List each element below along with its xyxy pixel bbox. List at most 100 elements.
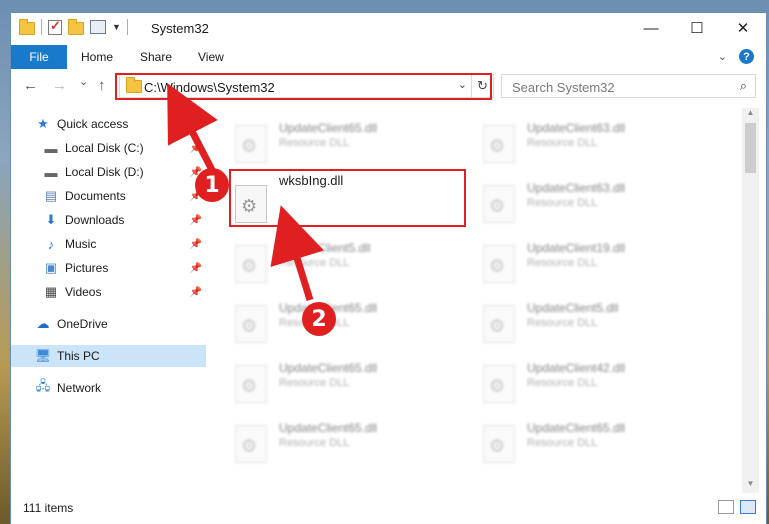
file-name: UpdateClient19.dll	[527, 241, 626, 255]
sidebar-item-label: Downloads	[65, 213, 125, 227]
sidebar-item-label: Music	[65, 237, 97, 251]
folder-icon[interactable]	[19, 19, 35, 35]
sidebar-item-documents[interactable]: ▤ Documents 📌	[11, 185, 206, 207]
close-button[interactable]: ✕	[720, 13, 766, 43]
tab-share[interactable]: Share	[140, 50, 172, 64]
scroll-down-arrow-icon[interactable]: ▼	[742, 479, 759, 493]
status-bar: 111 items	[11, 494, 766, 524]
view-options-icon[interactable]	[90, 20, 106, 34]
properties-check-icon[interactable]	[48, 18, 62, 35]
sidebar-item-onedrive[interactable]: ☁ OneDrive	[11, 313, 206, 335]
tab-file[interactable]: File	[11, 45, 67, 69]
file-type: Resource DLL	[279, 437, 350, 449]
back-arrow-icon[interactable]: ←	[23, 77, 38, 94]
list-item[interactable]: UpdateClient19.dll Resource DLL	[457, 233, 697, 289]
large-icons-view-icon[interactable]	[740, 500, 756, 514]
drive-icon: ▬	[44, 164, 58, 180]
sidebar-item-label: Videos	[65, 285, 102, 299]
file-type: Resource DLL	[527, 377, 598, 389]
dll-file-icon	[235, 425, 267, 463]
list-item[interactable]: UpdateClient5.dll Resource DLL	[457, 293, 697, 349]
sidebar-item-quick-access[interactable]: ★ Quick access	[11, 113, 206, 135]
computer-icon: 🖥	[34, 348, 52, 363]
customize-toolbar-chevron-icon[interactable]: ▼	[112, 22, 121, 32]
sidebar-item-network[interactable]: 🖧 Network	[11, 377, 206, 399]
pin-icon[interactable]: 📌	[190, 239, 202, 250]
file-name: UpdateClient42.dll	[527, 361, 626, 375]
help-icon[interactable]: ?	[739, 49, 754, 64]
chevron-down-icon[interactable]: ⌄	[718, 50, 727, 63]
sidebar-item-downloads[interactable]: ⬇ Downloads 📌	[11, 209, 206, 231]
sidebar-item-label: Pictures	[65, 261, 109, 275]
scroll-up-arrow-icon[interactable]: ▲	[742, 108, 759, 122]
videos-icon: ▦	[44, 284, 58, 299]
sidebar-item-local-disk-d[interactable]: ▬ Local Disk (D:) 📌	[11, 161, 206, 183]
drive-icon: ▬	[44, 140, 58, 156]
step-2-badge: 2	[302, 302, 336, 336]
sidebar-item-label: Quick access	[57, 117, 129, 131]
forward-arrow-icon[interactable]: →	[52, 77, 67, 94]
file-type: Resource DLL	[527, 317, 598, 329]
minimize-button[interactable]: —	[628, 13, 674, 43]
file-list: UpdateClient65.dll Resource DLL wksbIng.…	[209, 108, 744, 493]
navigation-pane: ★ Quick access ▬ Local Disk (C:) 📌 ▬ Loc…	[11, 108, 206, 498]
list-item[interactable]: UpdateClient65.dll Resource DLL	[209, 353, 449, 409]
details-view-icon[interactable]	[718, 500, 734, 514]
tab-home[interactable]: Home	[81, 50, 113, 64]
sidebar-item-pictures[interactable]: ▣ Pictures 📌	[11, 257, 206, 279]
list-item[interactable]: UpdateClient65.dll Resource DLL	[457, 413, 697, 469]
dll-file-icon	[235, 365, 267, 403]
item-count: 111 items	[23, 501, 74, 515]
search-icon[interactable]: ⌕	[740, 78, 747, 94]
file-name: UpdateClient65.dll	[527, 421, 626, 435]
vertical-scrollbar[interactable]: ▲ ▼	[742, 108, 759, 493]
file-name: UpdateClient5.dll	[527, 301, 619, 315]
dll-file-icon	[483, 305, 515, 343]
tab-view[interactable]: View	[198, 50, 224, 64]
list-item[interactable]: UpdateClient42.dll Resource DLL	[457, 353, 697, 409]
file-type: Resource DLL	[279, 257, 350, 269]
pin-icon[interactable]: 📌	[190, 215, 202, 226]
network-icon: 🖧	[35, 378, 51, 393]
sidebar-item-label: OneDrive	[57, 317, 108, 331]
file-type: Resource DLL	[527, 137, 598, 149]
file-name: UpdateClient65.dll	[279, 121, 378, 135]
file-name: UpdateClient5.dll	[279, 241, 371, 255]
sidebar-item-videos[interactable]: ▦ Videos 📌	[11, 281, 206, 303]
file-type: Resource DLL	[527, 437, 598, 449]
dll-file-icon	[483, 245, 515, 283]
list-item[interactable]: UpdateClient63.dll Resource DLL	[457, 173, 697, 229]
window-title: System32	[151, 21, 209, 36]
dll-file-icon	[483, 365, 515, 403]
up-arrow-icon[interactable]: ↑	[98, 77, 106, 94]
quick-access-toolbar: ▼	[19, 18, 128, 35]
recent-locations-chevron-icon[interactable]: ⌄	[79, 75, 88, 88]
file-highlight	[229, 169, 466, 227]
title-bar: ▼ System32 — ☐ ✕	[11, 13, 766, 45]
window-controls: — ☐ ✕	[628, 13, 766, 43]
file-type: Resource DLL	[279, 377, 350, 389]
file-name: UpdateClient63.dll	[527, 181, 626, 195]
pin-icon[interactable]: 📌	[190, 287, 202, 298]
download-icon: ⬇	[45, 212, 57, 227]
list-item[interactable]: UpdateClient63.dll Resource DLL	[457, 113, 697, 169]
sidebar-item-this-pc[interactable]: 🖥 This PC	[11, 345, 206, 367]
pin-icon[interactable]: 📌	[190, 263, 202, 274]
sidebar-item-label: Documents	[65, 189, 126, 203]
list-item[interactable]: UpdateClient5.dll Resource DLL	[209, 233, 449, 289]
dll-file-icon	[235, 125, 267, 163]
documents-icon: ▤	[44, 188, 58, 203]
file-type: Resource DLL	[527, 197, 598, 209]
maximize-button[interactable]: ☐	[674, 13, 720, 43]
list-item[interactable]: UpdateClient65.dll Resource DLL	[209, 413, 449, 469]
dll-file-icon	[483, 185, 515, 223]
new-folder-icon[interactable]	[68, 19, 84, 35]
search-box[interactable]: Search System32 ⌕	[501, 74, 756, 98]
search-placeholder[interactable]: Search System32	[512, 80, 615, 95]
sidebar-item-local-disk-c[interactable]: ▬ Local Disk (C:) 📌	[11, 137, 206, 159]
list-item[interactable]: UpdateClient65.dll Resource DLL	[209, 113, 449, 169]
toolbar-separator	[41, 19, 42, 35]
sidebar-item-music[interactable]: ♪ Music 📌	[11, 233, 206, 255]
scroll-thumb[interactable]	[745, 123, 756, 173]
pin-icon[interactable]: 📌	[190, 143, 202, 154]
